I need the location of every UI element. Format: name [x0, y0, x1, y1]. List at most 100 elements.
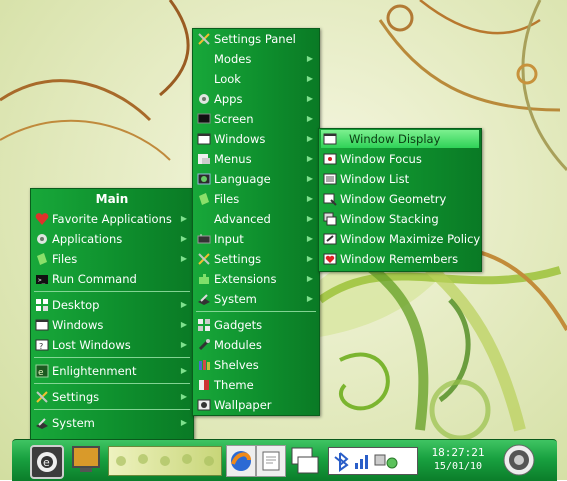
windows-item-window-list[interactable]: Window List: [319, 169, 481, 189]
settings-item-label: Theme: [214, 378, 254, 392]
gear-icon: [35, 232, 49, 246]
lost-window-icon: ?: [35, 338, 49, 352]
pager-widget[interactable]: [108, 446, 222, 476]
screen-icon: [197, 112, 211, 126]
window-focus-icon: [323, 152, 337, 166]
settings-item-extensions[interactable]: Extensions ▶: [193, 269, 319, 289]
start-button[interactable]: e: [30, 445, 64, 479]
main-item-run-command[interactable]: >_ Run Command: [31, 269, 193, 289]
settings-item-label: System: [214, 292, 257, 306]
windows-item-window-focus[interactable]: Window Focus: [319, 149, 481, 169]
windows-item-window-display[interactable]: Window Display: [321, 130, 479, 148]
window-maximize-icon: [323, 232, 337, 246]
main-item-label: Run Command: [52, 272, 137, 286]
main-item-label: Settings: [52, 390, 100, 404]
settings-item-system[interactable]: System ▶: [193, 289, 319, 309]
settings-item-advanced[interactable]: Advanced ▶: [193, 209, 319, 229]
settings-item-screen[interactable]: Screen ▶: [193, 109, 319, 129]
main-item-windows[interactable]: Windows ▶: [31, 315, 193, 335]
main-item-settings[interactable]: Settings ▶: [31, 387, 193, 407]
windows-item-label: Window Display: [349, 132, 441, 146]
windows-item-window-maximize-policy[interactable]: Window Maximize Policy: [319, 229, 481, 249]
network-icon[interactable]: [374, 454, 398, 469]
settings-item-modes[interactable]: Modes ▶: [193, 49, 319, 69]
windows-item-window-geometry[interactable]: Window Geometry: [319, 189, 481, 209]
menu-icon: [197, 152, 211, 166]
browser-launcher-icon[interactable]: [226, 445, 256, 477]
window-list-icon: [323, 172, 337, 186]
settings-item-label: Modules: [214, 338, 262, 352]
window-icon: [197, 132, 211, 146]
text-editor-launcher-icon[interactable]: [256, 445, 286, 477]
monitor-launcher-icon[interactable]: [70, 444, 104, 474]
main-menu: Main Favorite Applications ▶ Application…: [30, 188, 194, 442]
submenu-arrow-icon: ▶: [306, 214, 313, 223]
svg-text:>_: >_: [38, 277, 46, 284]
window-icon: [323, 132, 337, 146]
submenu-arrow-icon: ▶: [306, 254, 313, 263]
main-item-favorite-applications[interactable]: Favorite Applications ▶: [31, 209, 193, 229]
settings-item-menus[interactable]: Menus ▶: [193, 149, 319, 169]
windows-item-label: Window Stacking: [340, 212, 439, 226]
windows-item-window-stacking[interactable]: Window Stacking: [319, 209, 481, 229]
main-item-desktop[interactable]: Desktop ▶: [31, 295, 193, 315]
clock[interactable]: 18:27:21 15/01/10: [428, 446, 488, 476]
power-icon: [503, 444, 535, 476]
main-item-lost-windows[interactable]: ? Lost Windows ▶: [31, 335, 193, 355]
submenu-arrow-icon: ▶: [306, 274, 313, 283]
submenu-arrow-icon: ▶: [306, 74, 313, 83]
settings-item-theme[interactable]: Theme: [193, 375, 319, 395]
submenu-arrow-icon: ▶: [306, 54, 313, 63]
main-item-label: Enlightenment: [52, 364, 137, 378]
window-thumbnail-icon[interactable]: [288, 445, 322, 477]
settings-item-label: Gadgets: [214, 318, 263, 332]
settings-item-label: Modes: [214, 52, 252, 66]
submenu-arrow-icon: ▶: [306, 114, 313, 123]
main-item-label: Files: [52, 252, 78, 266]
settings-item-language[interactable]: Language ▶: [193, 169, 319, 189]
signal-strength-icon[interactable]: [355, 455, 368, 469]
settings-item-label: Settings Panel: [214, 32, 296, 46]
submenu-arrow-icon: ▶: [180, 214, 187, 223]
main-item-label: Favorite Applications: [52, 212, 172, 226]
settings-item-label: Apps: [214, 92, 243, 106]
main-item-system[interactable]: System ▶: [31, 413, 193, 433]
settings-item-settings-panel[interactable]: Settings Panel: [193, 29, 319, 49]
clock-date: 15/01/10: [433, 461, 483, 472]
settings-item-look[interactable]: Look ▶: [193, 69, 319, 89]
window-stacking-icon: [323, 212, 337, 226]
settings-item-label: Shelves: [214, 358, 259, 372]
main-item-enlightenment[interactable]: e Enlightenment ▶: [31, 361, 193, 381]
enlightenment-icon: e: [37, 452, 57, 472]
shelf: e 18:27:21 15/01/10: [12, 439, 557, 481]
theme-icon: [197, 378, 211, 392]
settings-item-gadgets[interactable]: Gadgets: [193, 315, 319, 335]
main-item-files[interactable]: Files ▶: [31, 249, 193, 269]
windows-item-label: Window List: [340, 172, 410, 186]
clock-time: 18:27:21: [431, 446, 485, 459]
settings-item-wallpaper[interactable]: Wallpaper: [193, 395, 319, 415]
window-remember-icon: [323, 252, 337, 266]
main-item-applications[interactable]: Applications ▶: [31, 229, 193, 249]
desktop-grid-icon: [35, 298, 49, 312]
shutdown-button[interactable]: [502, 443, 536, 477]
menu-separator: [34, 409, 190, 410]
submenu-arrow-icon: ▶: [180, 392, 187, 401]
settings-item-files[interactable]: Files ▶: [193, 189, 319, 209]
settings-item-apps[interactable]: Apps ▶: [193, 89, 319, 109]
settings-item-windows[interactable]: Windows ▶: [193, 129, 319, 149]
svg-text:e: e: [43, 456, 50, 469]
settings-item-label: Wallpaper: [214, 398, 272, 412]
main-menu-title: Main: [95, 192, 129, 206]
bluetooth-icon[interactable]: [334, 452, 349, 472]
gadgets-icon: [197, 318, 211, 332]
settings-item-modules[interactable]: Modules: [193, 335, 319, 355]
menu-separator: [34, 357, 190, 358]
folder-icon: [197, 192, 211, 206]
main-item-label: Applications: [52, 232, 123, 246]
windows-item-label: Window Focus: [340, 152, 422, 166]
windows-item-window-remembers[interactable]: Window Remembers: [319, 249, 481, 269]
settings-item-settings[interactable]: Settings ▶: [193, 249, 319, 269]
settings-item-shelves[interactable]: Shelves: [193, 355, 319, 375]
settings-item-input[interactable]: Input ▶: [193, 229, 319, 249]
